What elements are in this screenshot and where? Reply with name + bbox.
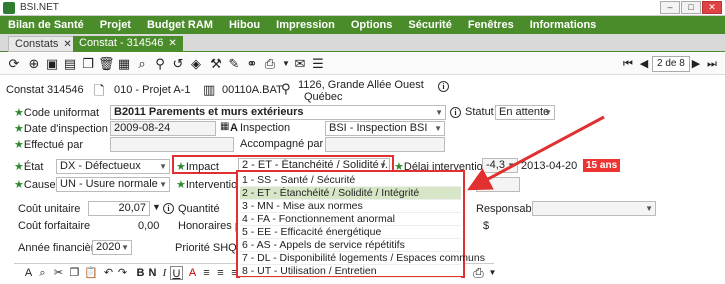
annotation-arrow: [467, 115, 605, 191]
